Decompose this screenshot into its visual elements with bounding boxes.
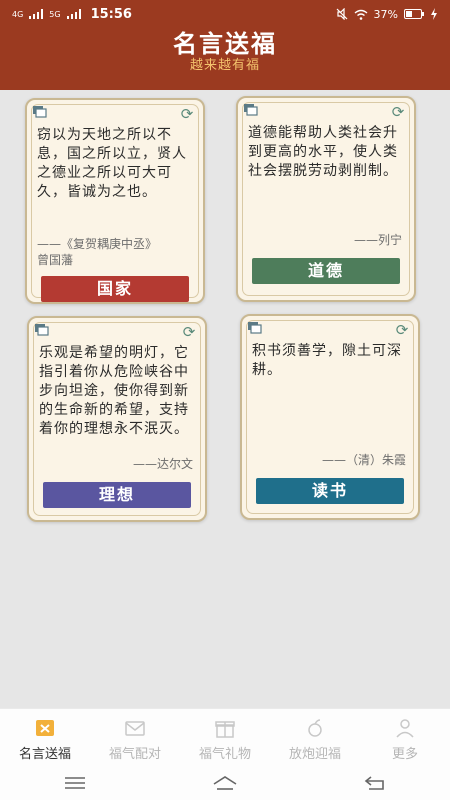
battery-icon bbox=[404, 9, 424, 19]
system-nav-bar bbox=[0, 766, 450, 800]
app-header: 4G 5G 15:56 37% 名言送福 越来越有福 bbox=[0, 0, 450, 90]
charging-icon bbox=[431, 8, 437, 20]
page-subtitle: 越来越有福 bbox=[189, 58, 260, 73]
menu-icon bbox=[65, 777, 85, 789]
category-tag-button[interactable]: 读书 bbox=[256, 478, 404, 504]
signal-4g-label: 4G bbox=[12, 9, 24, 19]
home-icon bbox=[213, 776, 237, 790]
status-time: 15:56 bbox=[90, 6, 132, 22]
quote-text: 乐观是希望的明灯，它指引着你从危险峡谷中步向坦途，使你得到新的生命新的希望，支持… bbox=[39, 345, 189, 437]
gift-icon bbox=[215, 721, 235, 738]
copy-icon[interactable] bbox=[248, 322, 262, 334]
quote-card-guojia[interactable]: ⟳ 窃以为天地之所以不息，国之所以立，贤人之德业之所以可大可久，皆诚为之也。 —… bbox=[25, 98, 205, 304]
quote-author: ——（清）朱霞 bbox=[321, 453, 406, 467]
copy-icon[interactable] bbox=[33, 106, 47, 118]
user-icon bbox=[396, 719, 414, 738]
tab-label: 福气配对 bbox=[108, 747, 161, 762]
quote-card-lixiang[interactable]: ⟳ 乐观是希望的明灯，它指引着你从危险峡谷中步向坦途，使你得到新的生命新的希望，… bbox=[27, 316, 207, 522]
quote-text: 窃以为天地之所以不息，国之所以立，贤人之德业之所以可大可久，皆诚为之也。 bbox=[37, 127, 187, 200]
tab-more[interactable]: 更多 bbox=[360, 709, 450, 766]
quote-gift-icon bbox=[36, 720, 54, 736]
signal-icon bbox=[66, 9, 81, 19]
wifi-icon bbox=[354, 9, 367, 20]
category-tag-button[interactable]: 理想 bbox=[43, 482, 191, 508]
quote-card-dushu[interactable]: ⟳ 积书须善学，隙土可深耕。 ——（清）朱霞 读书 bbox=[240, 314, 420, 520]
category-tag-button[interactable]: 国家 bbox=[41, 276, 189, 302]
copy-icon[interactable] bbox=[244, 104, 258, 116]
refresh-icon[interactable]: ⟳ bbox=[394, 322, 410, 338]
menu-nav-button[interactable] bbox=[60, 773, 90, 793]
tab-blessing-gift[interactable]: 福气礼物 bbox=[180, 709, 270, 766]
category-tag-button[interactable]: 道德 bbox=[252, 258, 400, 284]
copy-icon[interactable] bbox=[35, 324, 49, 336]
quote-text: 积书须善学，隙土可深耕。 bbox=[252, 343, 402, 378]
tab-label: 放炮迎福 bbox=[288, 747, 341, 762]
envelope-icon bbox=[125, 721, 145, 736]
signal-icon bbox=[29, 9, 44, 19]
tab-firecracker[interactable]: 放炮迎福 bbox=[270, 709, 360, 766]
back-icon bbox=[364, 776, 384, 790]
tab-label: 福气礼物 bbox=[198, 747, 251, 762]
firecracker-icon bbox=[308, 719, 322, 737]
quote-author: ——列宁 bbox=[353, 233, 402, 247]
refresh-icon[interactable]: ⟳ bbox=[181, 324, 197, 340]
back-nav-button[interactable] bbox=[360, 773, 390, 793]
quote-text: 道德能帮助人类社会升到更高的水平，使人类社会摆脱劳动剥削制。 bbox=[248, 125, 398, 179]
battery-percent: 37% bbox=[373, 7, 398, 21]
tab-label: 更多 bbox=[391, 747, 418, 762]
quote-author: 曾国藩 bbox=[37, 253, 74, 267]
tab-label: 名言送福 bbox=[18, 747, 71, 762]
quote-author: ——达尔文 bbox=[132, 457, 193, 471]
quote-card-daode[interactable]: ⟳ 道德能帮助人类社会升到更高的水平，使人类社会摆脱劳动剥削制。 ——列宁 道德 bbox=[236, 96, 416, 302]
quote-source: ——《复贺耦庚中丞》 bbox=[37, 237, 158, 251]
home-nav-button[interactable] bbox=[210, 773, 240, 793]
bottom-tab-bar: 名言送福 福气配对 福气礼物 放炮迎福 更多 bbox=[0, 708, 450, 766]
tab-quote-blessing[interactable]: 名言送福 bbox=[0, 709, 90, 766]
mute-icon bbox=[336, 8, 347, 20]
tab-blessing-match[interactable]: 福气配对 bbox=[90, 709, 180, 766]
refresh-icon[interactable]: ⟳ bbox=[179, 106, 195, 122]
refresh-icon[interactable]: ⟳ bbox=[390, 104, 406, 120]
signal-5g-label: 5G bbox=[49, 9, 61, 19]
